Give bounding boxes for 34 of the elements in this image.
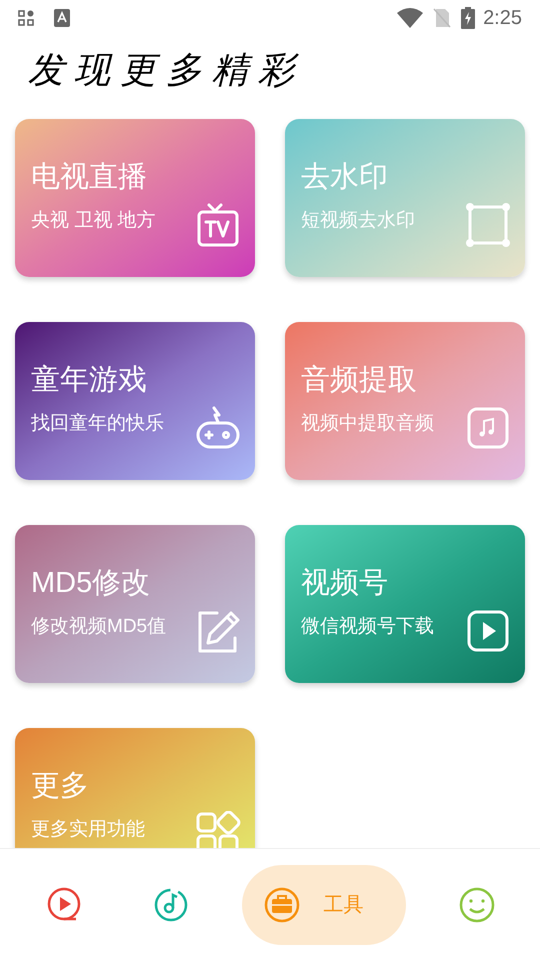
- tool-card[interactable]: 童年游戏 找回童年的快乐: [15, 322, 255, 480]
- nav-tab[interactable]: 工具: [242, 864, 406, 944]
- clock-time: 2:25: [483, 6, 522, 31]
- page-title: 发现更多精彩: [27, 48, 305, 92]
- card-subtitle: 修改视频MD5值: [31, 615, 166, 639]
- card-title: 视频号: [301, 566, 388, 601]
- card-title: 电视直播: [31, 160, 147, 195]
- tool-card[interactable]: 视频号 微信视频号下载: [285, 525, 525, 683]
- music-note-icon: [465, 405, 511, 451]
- card-subtitle: 视频中提取音频: [301, 412, 434, 436]
- play-icon: [465, 608, 511, 654]
- card-subtitle: 更多实用功能: [31, 818, 145, 842]
- tool-card[interactable]: MD5修改 修改视频MD5值: [15, 525, 255, 683]
- tool-card[interactable]: 音频提取 视频中提取音频: [285, 322, 525, 480]
- battery-charging-icon: [461, 7, 476, 29]
- keyboard-app-icon: [54, 9, 70, 27]
- card-subtitle: 微信视频号下载: [301, 615, 434, 639]
- card-subtitle: 短视频去水印: [301, 209, 415, 233]
- card-title: 童年游戏: [31, 363, 147, 398]
- apps-icon: [18, 10, 34, 26]
- card-title: MD5修改: [31, 566, 150, 601]
- card-subtitle: 找回童年的快乐: [31, 412, 164, 436]
- tool-card[interactable]: 更多 更多实用功能: [15, 728, 255, 848]
- card-subtitle: 央视 卫视 地方: [31, 209, 156, 233]
- card-title: 更多: [31, 769, 89, 804]
- card-title: 去水印: [301, 160, 388, 195]
- wifi-icon: [397, 8, 424, 28]
- card-title: 音频提取: [301, 363, 417, 398]
- no-sim-icon: [433, 8, 452, 28]
- tv-icon: [195, 202, 241, 248]
- tool-card[interactable]: 去水印 短视频去水印: [285, 119, 525, 277]
- gamepad-icon: [195, 405, 241, 451]
- tool-card[interactable]: 电视直播 央视 卫视 地方: [15, 119, 255, 277]
- crop-frame-icon: [465, 202, 511, 248]
